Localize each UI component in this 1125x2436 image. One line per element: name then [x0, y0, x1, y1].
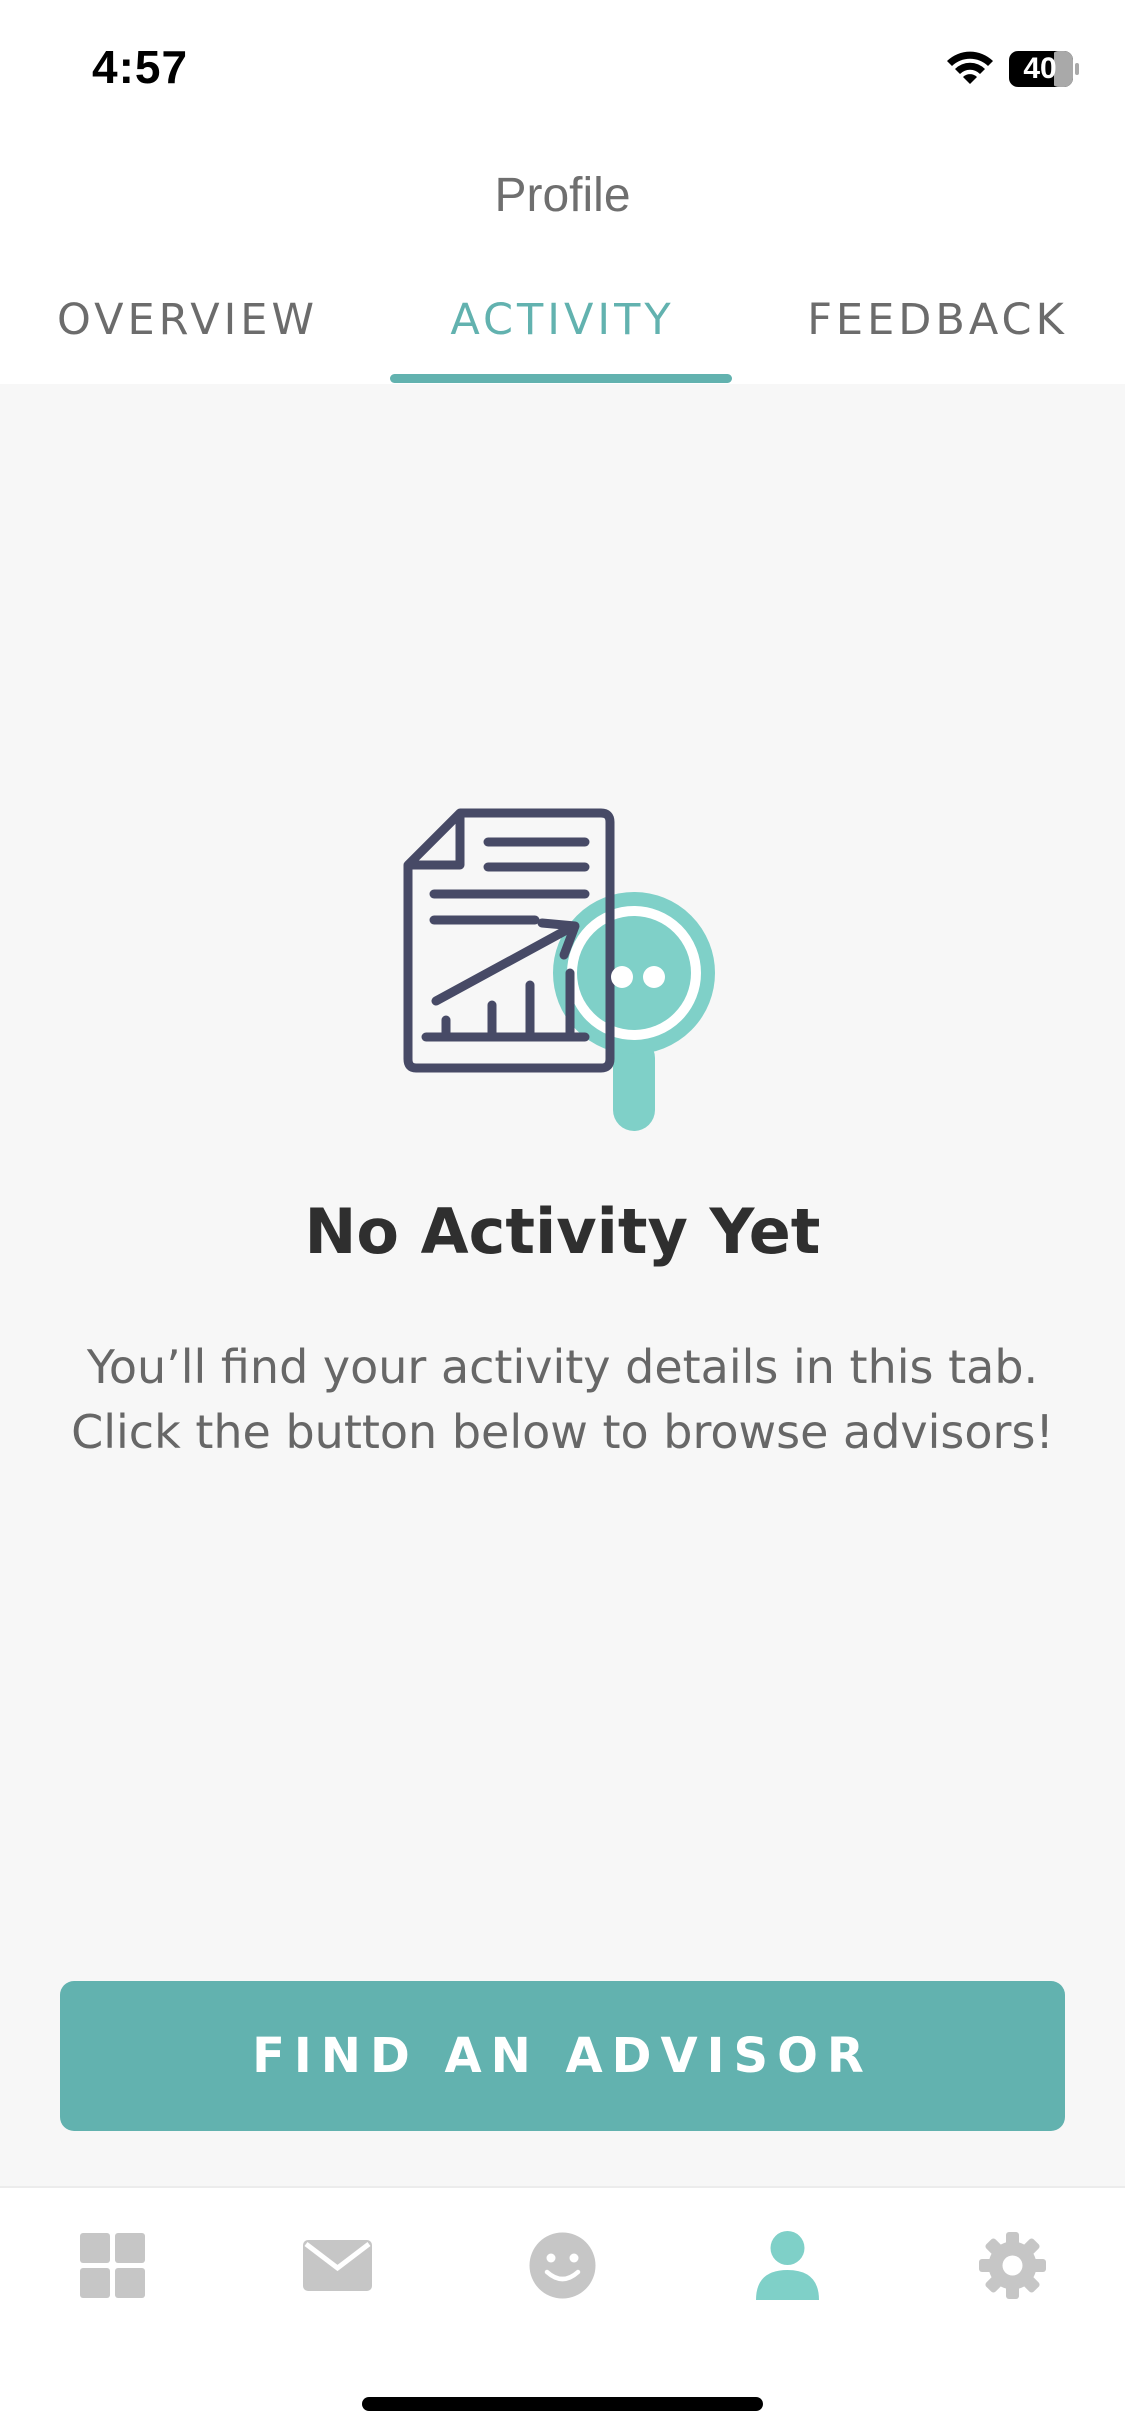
tab-feedback[interactable]: FEEDBACK	[750, 295, 1125, 345]
settings-icon	[979, 2232, 1046, 2299]
home-indicator	[362, 2397, 763, 2411]
empty-state-title: No Activity Yet	[304, 1195, 821, 1268]
wifi-icon	[947, 51, 993, 84]
battery-level: 40	[1023, 52, 1057, 85]
dashboard-icon	[80, 2233, 145, 2298]
profile-header: Profile OVERVIEW ACTIVITY FEEDBACK	[0, 140, 1125, 384]
profile-icon	[756, 2231, 819, 2300]
find-an-advisor-button[interactable]: FIND AN ADVISOR	[60, 1981, 1065, 2131]
page-title: Profile	[494, 169, 631, 222]
nav-profile[interactable]	[750, 2228, 825, 2303]
nav-dashboard[interactable]	[75, 2228, 150, 2303]
tab-activity[interactable]: ACTIVITY	[375, 295, 750, 345]
mail-icon	[303, 2240, 372, 2291]
status-bar: 4:57 40	[0, 0, 1125, 140]
nav-mood[interactable]	[525, 2228, 600, 2303]
empty-state-message: You’ll find your activity details in thi…	[71, 1340, 1054, 1459]
active-tab-indicator	[390, 374, 732, 383]
nav-settings[interactable]	[975, 2228, 1050, 2303]
activity-report-illustration	[403, 808, 715, 1131]
tab-overview[interactable]: OVERVIEW	[0, 295, 375, 345]
smiley-icon	[529, 2232, 596, 2299]
status-time: 4:57	[92, 41, 189, 93]
nav-messages[interactable]	[300, 2228, 375, 2303]
